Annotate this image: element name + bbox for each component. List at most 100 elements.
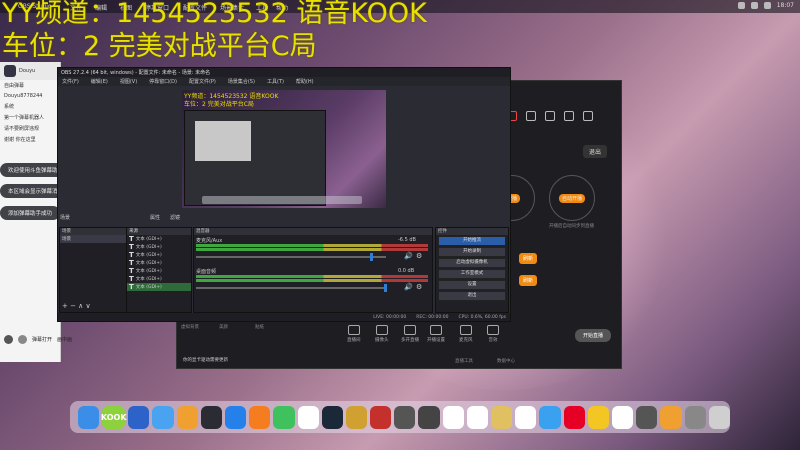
driver-notice[interactable]: 你的显卡驱动需要更新 xyxy=(183,357,228,363)
control-multi[interactable]: 多开直播 xyxy=(401,325,419,343)
dot-icon[interactable] xyxy=(515,405,537,429)
control-sound[interactable]: 音效 xyxy=(487,325,499,343)
footer-link[interactable]: 数据中心 xyxy=(497,358,515,364)
orange-app-icon[interactable] xyxy=(176,405,198,429)
scene-item[interactable]: 场景 xyxy=(60,235,126,243)
obs-menu-item[interactable]: 工具(T) xyxy=(267,78,284,85)
volume-knob[interactable] xyxy=(384,284,387,292)
source-item[interactable]: T 文本 (GDI+) xyxy=(127,267,191,275)
start-streaming-button[interactable]: 开始推流 xyxy=(438,236,506,246)
left-tab[interactable]: 贴纸 xyxy=(255,324,264,330)
control-settings[interactable]: 开播设置 xyxy=(427,325,445,343)
game-icon[interactable] xyxy=(345,405,368,429)
obs-menu-item[interactable]: 编辑(E) xyxy=(91,78,108,85)
control-camera[interactable]: 摄像头 xyxy=(375,325,389,343)
volume-slider[interactable] xyxy=(196,256,386,258)
ghost-icon[interactable] xyxy=(394,405,416,429)
scene-controls[interactable]: + − ∧ ∨ xyxy=(62,302,91,310)
menubar-clock[interactable]: 18:07 xyxy=(777,2,794,9)
gear-icon[interactable]: ⚙ xyxy=(416,252,422,260)
footer-link[interactable]: 直播工具 xyxy=(455,358,473,364)
orange-app-icon[interactable] xyxy=(660,405,682,429)
shirt-icon[interactable] xyxy=(526,111,536,121)
exit-button[interactable]: 退出 xyxy=(438,291,506,301)
chat-row: Douyu8778244 xyxy=(4,93,43,99)
auto-start-circle[interactable]: 自动开播 xyxy=(549,175,595,221)
source-item[interactable]: T 文本 (GDI+) xyxy=(127,251,191,259)
source-item[interactable]: T 文本 (GDI+) xyxy=(127,243,191,251)
text-icon: T xyxy=(129,251,134,259)
qq-icon[interactable] xyxy=(297,405,319,429)
kook-icon[interactable]: KOOK xyxy=(101,405,127,429)
settings-icon[interactable] xyxy=(564,111,574,121)
virtual-camera-button[interactable]: 启动虚拟摄像机 xyxy=(438,258,506,268)
steam-icon[interactable] xyxy=(321,405,343,429)
battery-icon[interactable] xyxy=(750,2,758,9)
cloud-icon[interactable] xyxy=(539,405,561,429)
obs-menu-item[interactable]: 场景集合(S) xyxy=(228,78,255,85)
wifi-icon[interactable] xyxy=(737,2,745,9)
dot-icon[interactable] xyxy=(466,405,488,429)
obs-preview[interactable]: YY频道：1454523532 语音KOOK 车位：2 完美对战平台C局 xyxy=(182,90,386,208)
share-icon[interactable] xyxy=(583,111,593,121)
obs-menu-item[interactable]: 停靠窗口(D) xyxy=(149,78,177,85)
text-icon: T xyxy=(129,235,134,243)
control-mic[interactable]: 麦克风 xyxy=(459,325,473,343)
speaker-icon[interactable]: 🔊 xyxy=(404,283,413,291)
mixer-channel-db: -6.5 dB xyxy=(398,237,416,243)
rocket-icon[interactable] xyxy=(128,405,150,429)
studio-mode-button[interactable]: 工作室模式 xyxy=(438,269,506,279)
preview-text-line2: 车位：2 完美对战平台C局 xyxy=(184,101,254,108)
music-icon[interactable] xyxy=(418,405,440,429)
finder-icon[interactable] xyxy=(78,405,100,429)
gear-icon[interactable]: ⚙ xyxy=(416,283,422,291)
netease-icon[interactable] xyxy=(563,405,585,429)
obs-menu-item[interactable]: 配置文件(P) xyxy=(189,78,216,85)
user-avatar-icon[interactable] xyxy=(4,334,13,344)
volume-slider[interactable] xyxy=(196,287,386,289)
orange-app-icon[interactable] xyxy=(249,405,271,429)
bottom-link[interactable]: 画中画 xyxy=(57,336,72,343)
source-item-selected[interactable]: T 文本 (GDI+) xyxy=(127,283,191,291)
message-icon[interactable] xyxy=(545,111,555,121)
obs-menu-item[interactable]: 帮助(H) xyxy=(296,78,314,85)
volume-meter xyxy=(196,244,428,247)
dot-icon[interactable] xyxy=(611,405,634,429)
red-app-icon[interactable] xyxy=(370,405,392,429)
volume-meter xyxy=(196,248,428,251)
trash-icon[interactable] xyxy=(708,405,730,429)
chat-row: 请不要刷屏违规 xyxy=(4,126,40,132)
filters-button[interactable]: 滤镜 xyxy=(170,214,180,221)
properties-button[interactable]: 属性 xyxy=(150,214,160,221)
dot-icon[interactable] xyxy=(442,405,464,429)
volume-knob[interactable] xyxy=(370,253,373,261)
left-tab[interactable]: 虚拟背景 xyxy=(181,324,199,330)
cpu-status: CPU: 0.6%, 60.00 fps xyxy=(458,314,507,320)
refresh-button-2[interactable]: 刷新 xyxy=(519,275,538,286)
folder-icon[interactable] xyxy=(491,405,513,429)
blue-app-icon[interactable] xyxy=(224,405,247,429)
bottom-link[interactable]: 弹幕打开 xyxy=(32,336,52,343)
start-live-button[interactable]: 开始直播 xyxy=(575,329,612,342)
source-item[interactable]: T 文本 (GDI+) xyxy=(127,235,191,243)
wechat-icon[interactable] xyxy=(273,405,295,429)
refresh-button-1[interactable]: 刷新 xyxy=(519,253,538,264)
mic-icon[interactable] xyxy=(18,334,27,344)
speaker-icon xyxy=(487,325,499,335)
photo-icon[interactable] xyxy=(684,405,706,429)
settings-button[interactable]: 设置 xyxy=(438,280,506,290)
obs-icon[interactable] xyxy=(200,405,222,429)
source-item[interactable]: T 文本 (GDI+) xyxy=(127,275,191,283)
safari-icon[interactable] xyxy=(152,405,174,429)
obs-menu-item[interactable]: 文件(F) xyxy=(62,78,79,85)
left-tab[interactable]: 美颜 xyxy=(219,324,228,330)
obs-menu-item[interactable]: 视图(V) xyxy=(120,78,137,85)
owl-icon[interactable] xyxy=(587,405,609,429)
ghost-icon[interactable] xyxy=(636,405,658,429)
control-live-room[interactable]: 直播间 xyxy=(347,325,361,343)
source-item[interactable]: T 文本 (GDI+) xyxy=(127,259,191,267)
search-icon[interactable] xyxy=(763,2,771,9)
speaker-icon[interactable]: 🔊 xyxy=(404,252,413,260)
exit-button[interactable]: 退出 xyxy=(583,145,608,158)
start-recording-button[interactable]: 开始录制 xyxy=(438,247,506,257)
